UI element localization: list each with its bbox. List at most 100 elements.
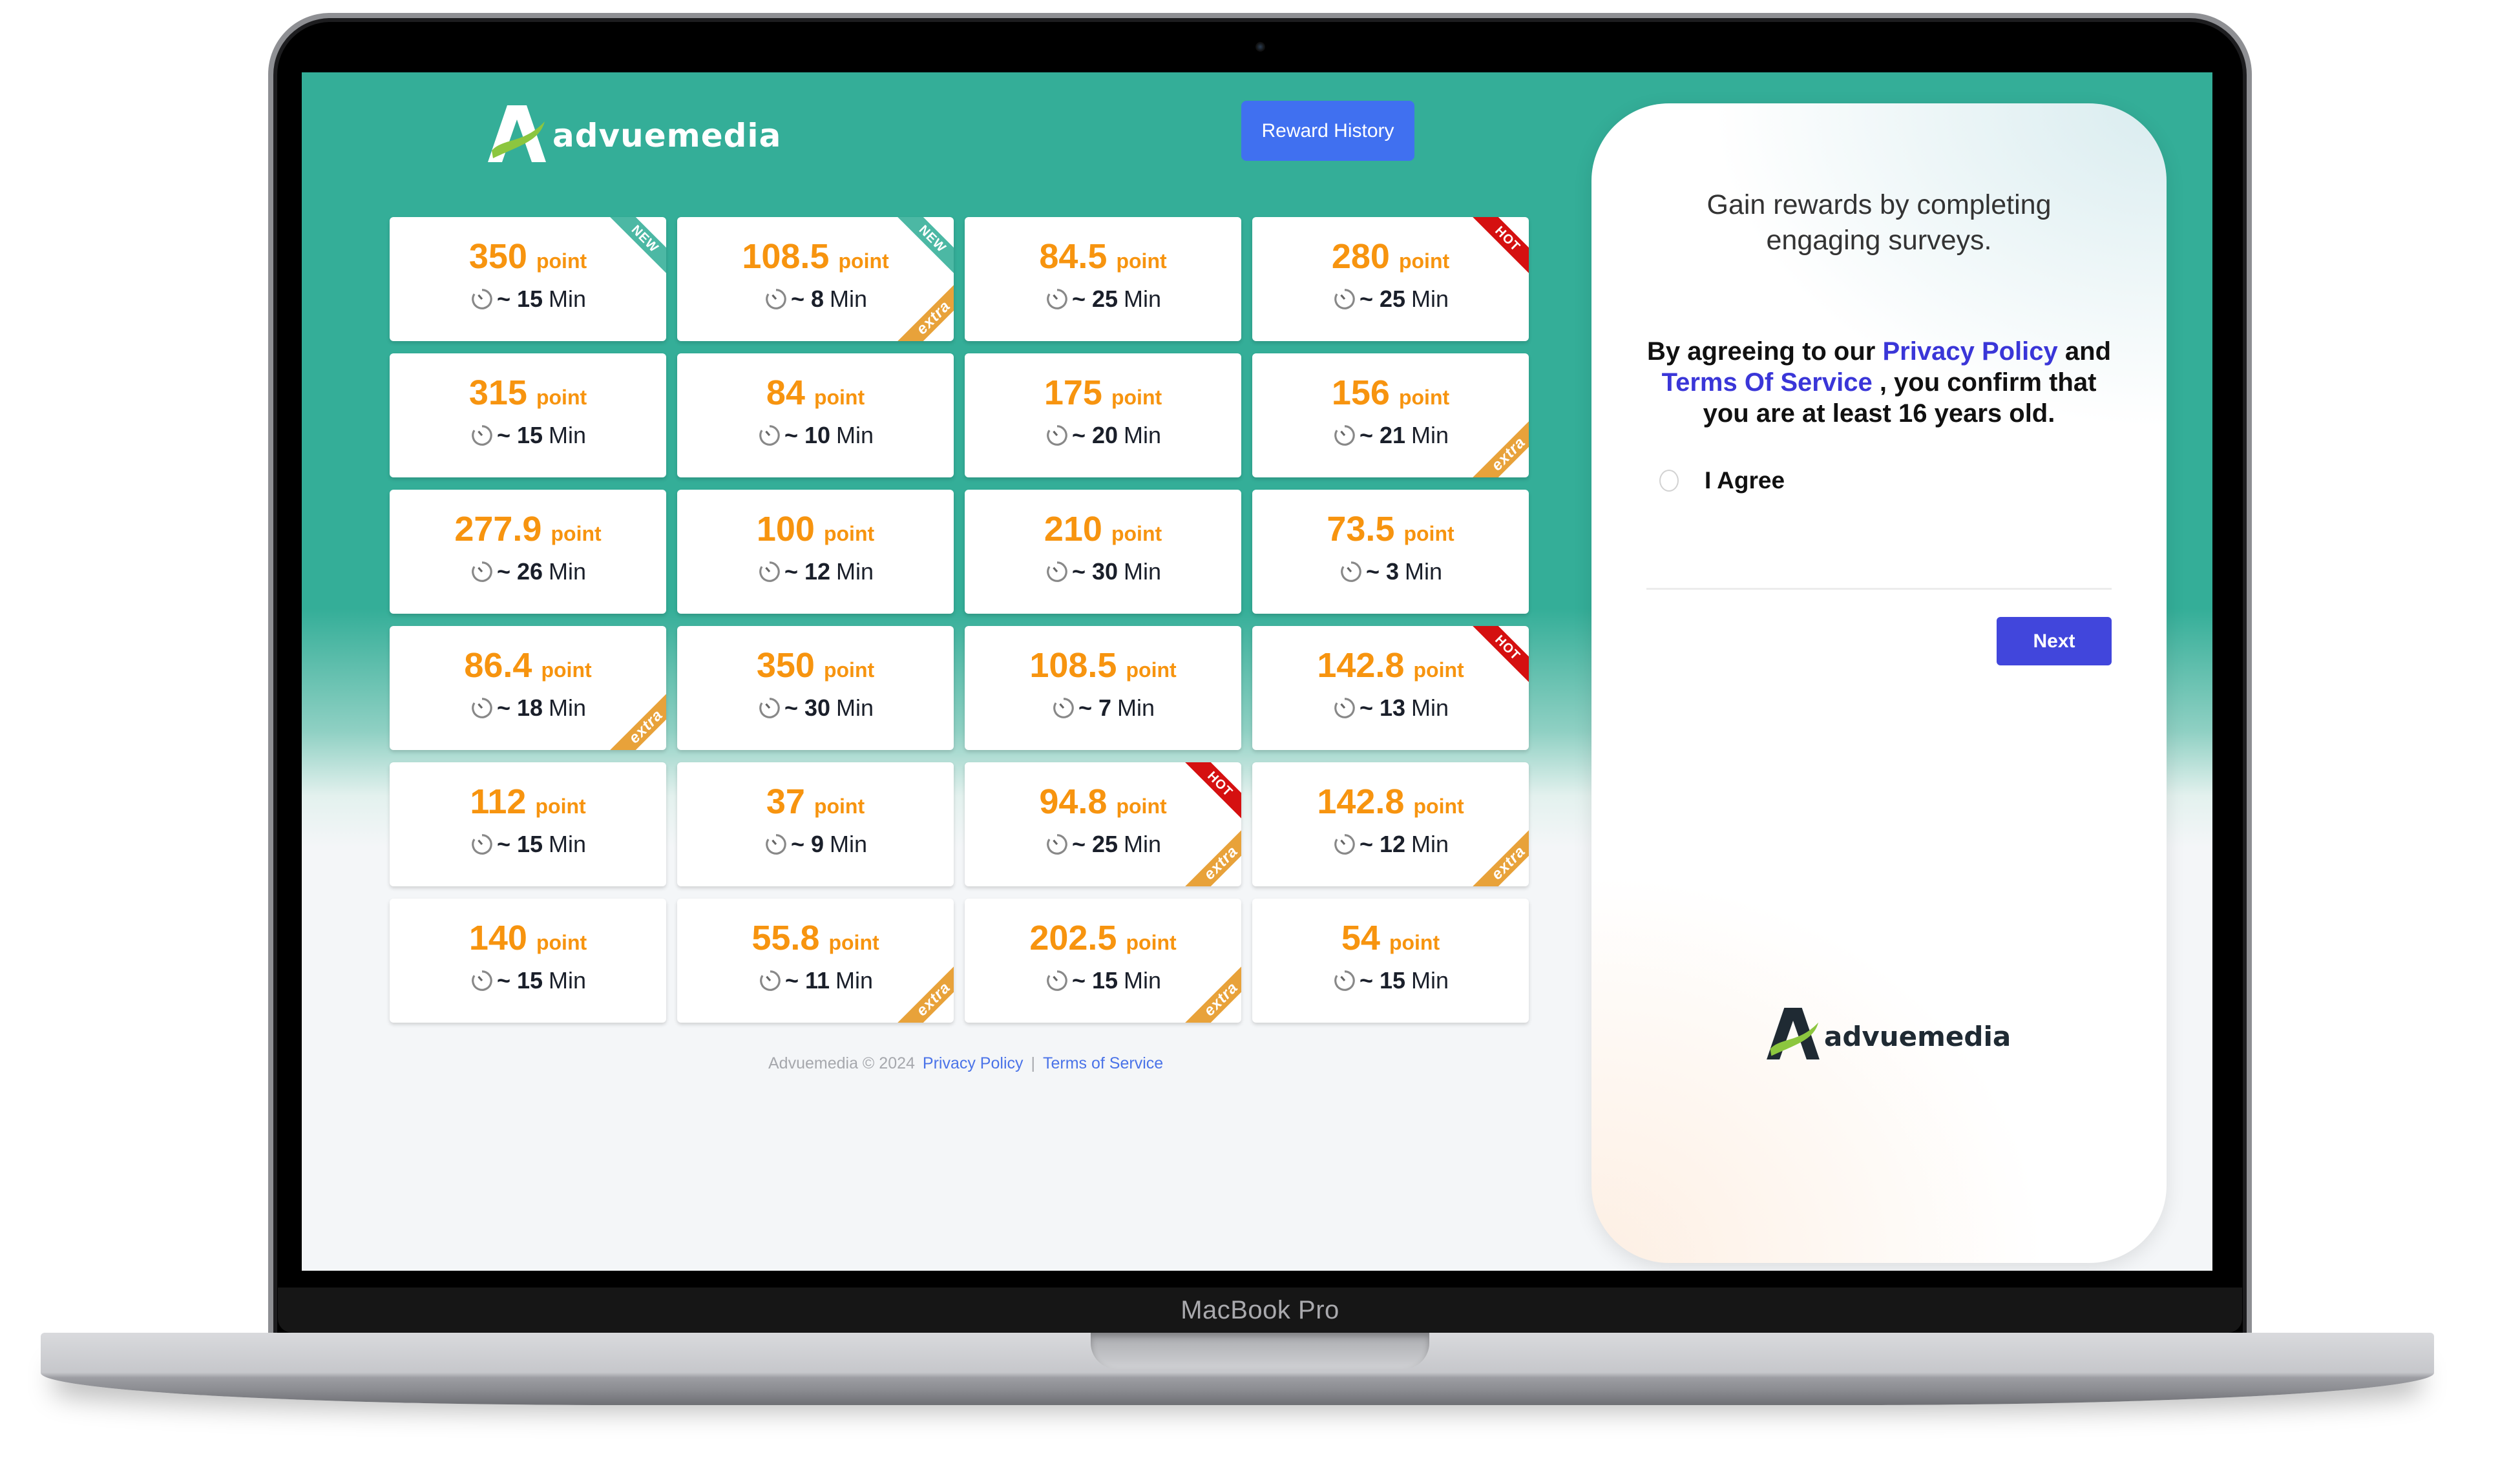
duration-value: ~ 26 xyxy=(496,558,543,585)
points-value: 175 xyxy=(1044,373,1102,412)
survey-card-10[interactable]: 100 point ~ 12 Min xyxy=(677,490,954,614)
survey-card-20[interactable]: 142.8 point ~ 12 Min extra xyxy=(1252,762,1529,886)
points-unit: point xyxy=(536,386,587,409)
survey-points: 55.8 point xyxy=(751,918,879,958)
extra-badge: extra xyxy=(1468,822,1529,886)
brand-logo[interactable]: advuemedia xyxy=(488,105,781,163)
reward-history-button[interactable]: Reward History xyxy=(1241,101,1414,161)
points-value: 108.5 xyxy=(742,237,830,276)
points-value: 280 xyxy=(1331,237,1390,276)
survey-points: 202.5 point xyxy=(1029,918,1176,958)
points-unit: point xyxy=(1126,658,1177,682)
survey-card-14[interactable]: 350 point ~ 30 Min xyxy=(677,626,954,750)
duration-unit: Min xyxy=(1124,558,1162,585)
points-value: 202.5 xyxy=(1029,919,1117,957)
timer-icon xyxy=(1334,834,1355,855)
agree-radio[interactable] xyxy=(1659,470,1679,492)
survey-card-8[interactable]: 156 point ~ 21 Min extra xyxy=(1252,353,1529,477)
points-unit: point xyxy=(1398,386,1450,409)
duration-unit: Min xyxy=(1411,831,1449,857)
survey-points: 156 point xyxy=(1332,373,1449,413)
survey-points: 315 point xyxy=(469,373,587,413)
survey-card-6[interactable]: 84 point ~ 10 Min xyxy=(677,353,954,477)
points-value: 156 xyxy=(1331,373,1390,412)
duration-value: ~ 18 xyxy=(496,694,543,721)
footer-terms-link[interactable]: Terms of Service xyxy=(1043,1054,1163,1073)
survey-points: 84 point xyxy=(766,373,865,413)
survey-card-23[interactable]: 202.5 point ~ 15 Min extra xyxy=(965,899,1241,1023)
hot-badge: HOT xyxy=(1179,762,1241,825)
survey-card-2[interactable]: 108.5 point ~ 8 Min NEW extra xyxy=(677,217,954,341)
survey-card-3[interactable]: 84.5 point ~ 25 Min xyxy=(965,217,1241,341)
survey-card-5[interactable]: 315 point ~ 15 Min xyxy=(390,353,666,477)
points-unit: point xyxy=(838,249,889,273)
timer-icon xyxy=(759,698,780,718)
duration-unit: Min xyxy=(1117,694,1155,721)
survey-card-16[interactable]: 142.8 point ~ 13 Min HOT xyxy=(1252,626,1529,750)
points-value: 84 xyxy=(766,373,805,412)
consent-panel: Gain rewards by completing engaging surv… xyxy=(1591,103,2167,1263)
survey-card-13[interactable]: 86.4 point ~ 18 Min extra xyxy=(390,626,666,750)
survey-card-12[interactable]: 73.5 point ~ 3 Min xyxy=(1252,490,1529,614)
points-unit: point xyxy=(1403,522,1454,545)
survey-duration: ~ 12 Min xyxy=(757,558,874,585)
next-button[interactable]: Next xyxy=(1997,617,2112,665)
points-value: 37 xyxy=(766,782,805,821)
points-value: 112 xyxy=(470,782,527,821)
points-unit: point xyxy=(541,658,592,682)
points-value: 350 xyxy=(468,237,527,276)
points-unit: point xyxy=(1116,795,1167,818)
footer-privacy-link[interactable]: Privacy Policy xyxy=(923,1054,1024,1073)
survey-card-17[interactable]: 112 point ~ 15 Min xyxy=(390,762,666,886)
footer: Advuemedia © 2024 Privacy Policy | Terms… xyxy=(768,1054,1163,1073)
points-value: 142.8 xyxy=(1317,782,1405,821)
duration-value: ~ 15 xyxy=(496,967,543,994)
survey-card-24[interactable]: 54 point ~ 15 Min xyxy=(1252,899,1529,1023)
duration-unit: Min xyxy=(549,558,587,585)
survey-card-1[interactable]: 350 point ~ 15 Min NEW xyxy=(390,217,666,341)
survey-card-7[interactable]: 175 point ~ 20 Min xyxy=(965,353,1241,477)
survey-card-18[interactable]: 37 point ~ 9 Min xyxy=(677,762,954,886)
extra-badge: extra xyxy=(1181,822,1241,886)
survey-duration: ~ 13 Min xyxy=(1332,694,1449,722)
duration-unit: Min xyxy=(1411,694,1449,721)
survey-card-21[interactable]: 140 point ~ 15 Min xyxy=(390,899,666,1023)
survey-points: 350 point xyxy=(757,645,874,685)
survey-points: 108.5 point xyxy=(1029,645,1176,685)
points-value: 277.9 xyxy=(454,510,542,548)
survey-duration: ~ 25 Min xyxy=(1045,831,1161,858)
survey-points: 210 point xyxy=(1044,509,1162,549)
survey-points: 37 point xyxy=(766,782,865,822)
survey-points: 73.5 point xyxy=(1327,509,1454,549)
consent-terms-link[interactable]: Terms Of Service xyxy=(1662,368,1873,397)
points-unit: point xyxy=(1413,658,1464,682)
points-unit: point xyxy=(1126,931,1177,954)
footer-copyright: Advuemedia © 2024 xyxy=(768,1054,915,1072)
survey-points: 108.5 point xyxy=(742,236,888,276)
duration-unit: Min xyxy=(830,831,868,857)
duration-value: ~ 12 xyxy=(784,558,831,585)
duration-value: ~ 13 xyxy=(1359,694,1406,721)
lid-notch xyxy=(1091,1333,1429,1369)
survey-duration: ~ 15 Min xyxy=(470,286,586,313)
survey-card-22[interactable]: 55.8 point ~ 11 Min extra xyxy=(677,899,954,1023)
agree-option[interactable]: I Agree xyxy=(1659,467,1785,494)
footer-separator: | xyxy=(1031,1054,1036,1072)
extra-badge: extra xyxy=(1181,959,1241,1023)
new-badge: NEW xyxy=(892,217,954,280)
survey-card-9[interactable]: 277.9 point ~ 26 Min xyxy=(390,490,666,614)
survey-card-4[interactable]: 280 point ~ 25 Min HOT xyxy=(1252,217,1529,341)
agree-label: I Agree xyxy=(1705,467,1785,494)
duration-value: ~ 15 xyxy=(496,286,543,312)
duration-value: ~ 25 xyxy=(1359,286,1406,312)
survey-points: 175 point xyxy=(1044,373,1162,413)
survey-card-11[interactable]: 210 point ~ 30 Min xyxy=(965,490,1241,614)
survey-points: 100 point xyxy=(757,509,874,549)
survey-points: 94.8 point xyxy=(1039,782,1166,822)
survey-card-19[interactable]: 94.8 point ~ 25 Min HOT extra xyxy=(965,762,1241,886)
survey-card-15[interactable]: 108.5 point ~ 7 Min xyxy=(965,626,1241,750)
survey-points: 140 point xyxy=(469,918,587,958)
survey-points: 142.8 point xyxy=(1317,645,1464,685)
consent-privacy-link[interactable]: Privacy Policy xyxy=(1882,337,2057,366)
timer-icon xyxy=(472,970,492,991)
